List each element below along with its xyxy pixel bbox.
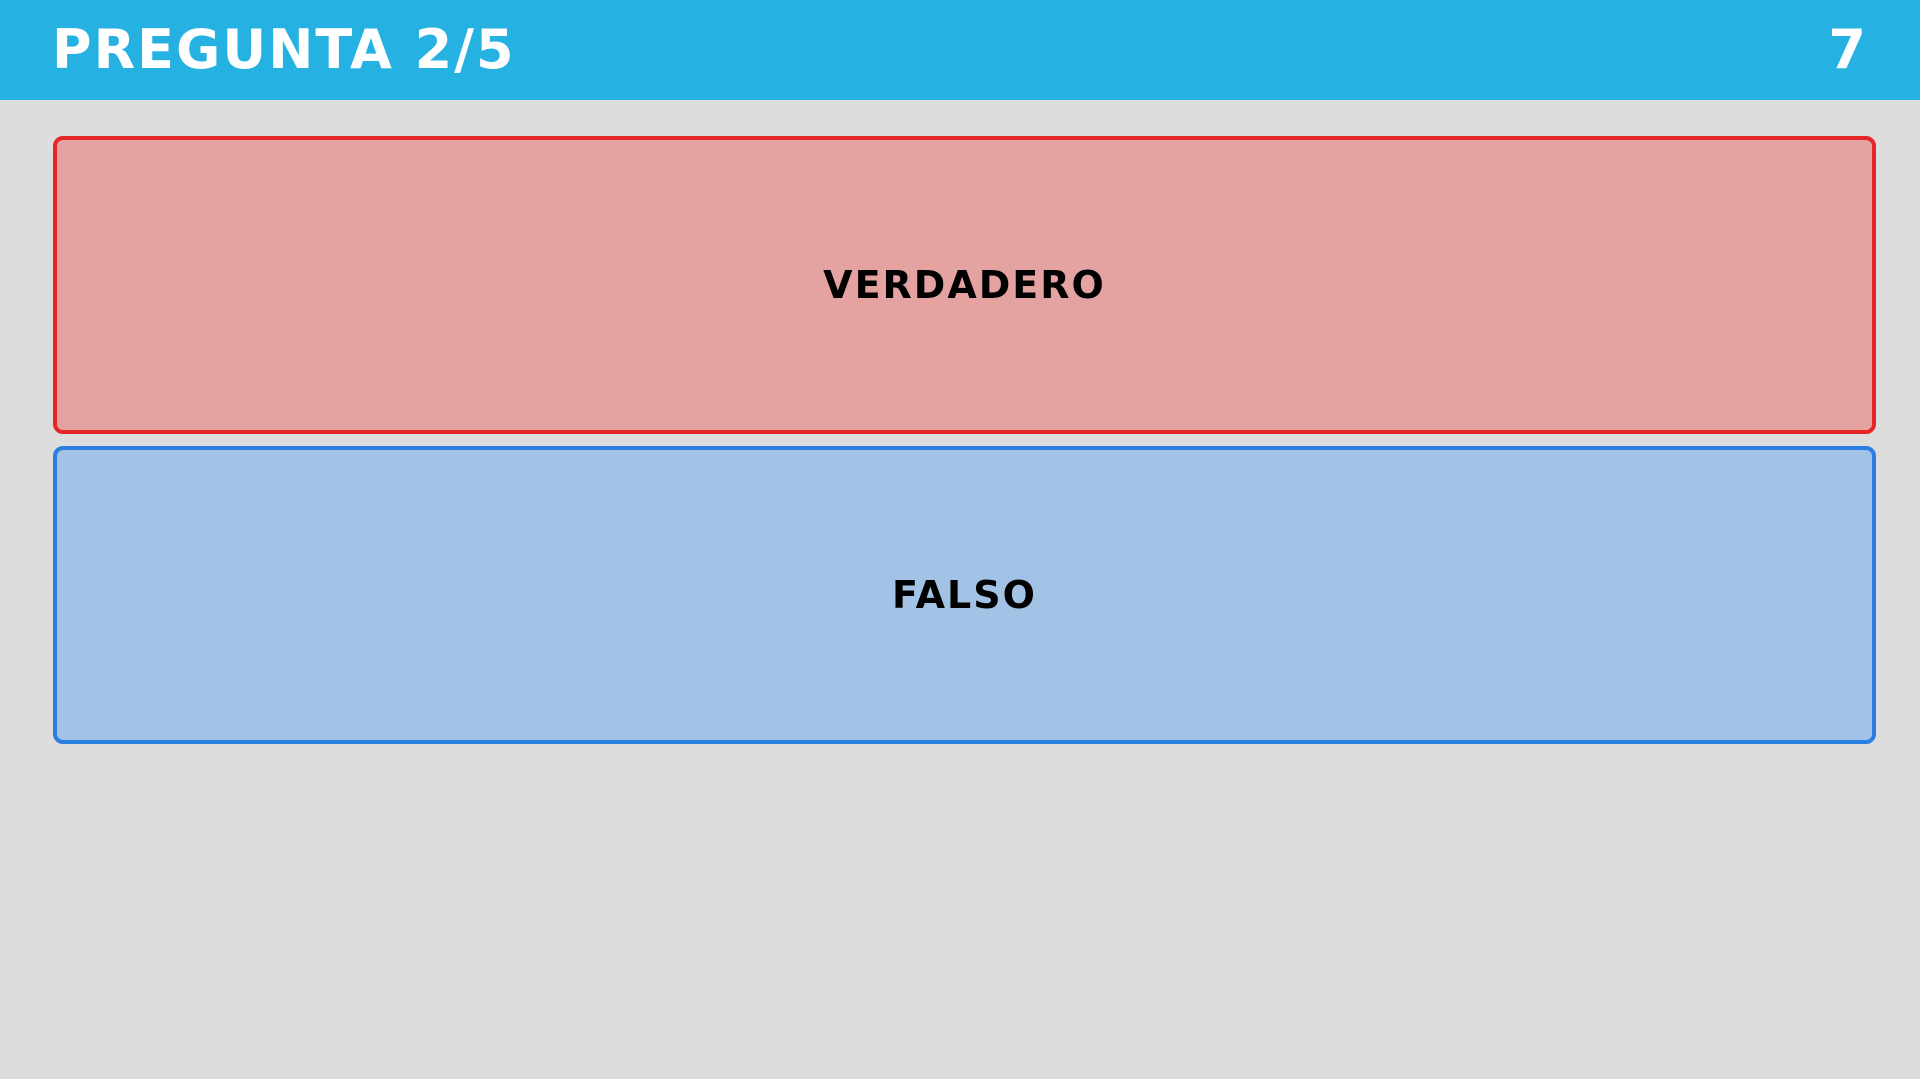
answer-button-true[interactable]: VERDADERO <box>53 136 1876 434</box>
question-header: PREGUNTA 2/5 7 <box>0 0 1920 100</box>
question-counter: PREGUNTA 2/5 <box>52 18 516 81</box>
answer-label-true: VERDADERO <box>823 263 1106 307</box>
answer-label-false: FALSO <box>892 573 1037 617</box>
countdown-timer: 7 <box>1828 18 1868 81</box>
answer-button-false[interactable]: FALSO <box>53 446 1876 744</box>
